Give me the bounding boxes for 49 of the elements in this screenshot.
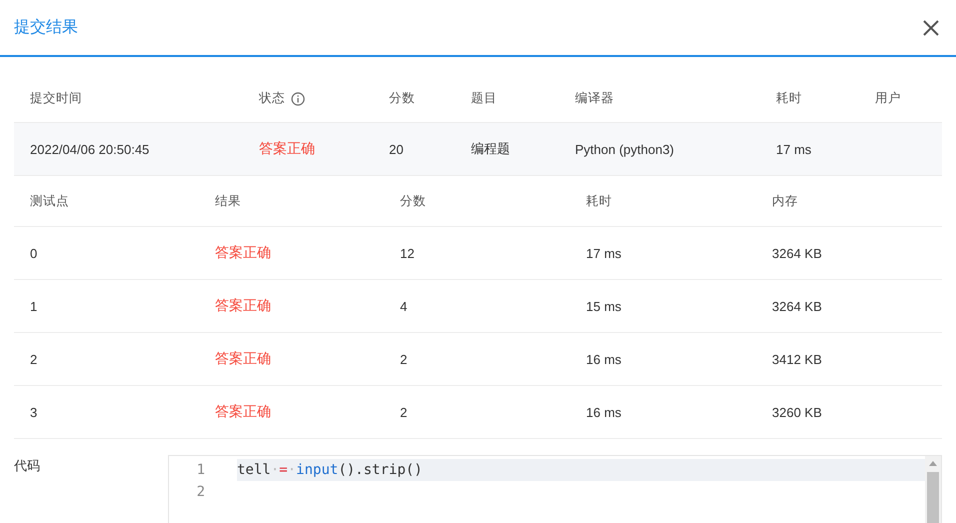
column-header: 题目 [471, 90, 497, 107]
line-number: 1 [196, 462, 206, 478]
table-cell: 16 ms [586, 352, 622, 366]
scroll-up-icon[interactable] [929, 460, 937, 466]
table-cell: 0 [30, 246, 38, 260]
scrollbar[interactable] [925, 456, 941, 523]
table-cell: 答案正确 [215, 297, 271, 315]
table-cell: 2022/04/06 20:50:45 [30, 142, 150, 156]
table-cell: 20 [389, 142, 404, 156]
table-cell: 2 [30, 352, 38, 366]
table-cell: 3264 KB [772, 246, 822, 260]
table-cell: 3 [30, 404, 38, 420]
column-header: 内存 [772, 192, 798, 210]
table-cell: 16 ms [586, 404, 622, 420]
table-cell: 答案正确 [215, 350, 271, 368]
column-header: 分数 [389, 90, 415, 107]
column-header: 耗时 [586, 192, 612, 210]
table-cell: 1 [30, 298, 38, 314]
column-header: 结果 [215, 192, 241, 210]
column-header: 测试点 [30, 192, 69, 210]
table-cell: 12 [400, 246, 414, 260]
table-cell: 3412 KB [772, 352, 822, 366]
table-cell: 答案正确 [215, 403, 271, 421]
code-editor[interactable]: 1 tell·=·input().strip() 2 [168, 455, 942, 523]
table-cell: Python (python3) [575, 142, 674, 156]
column-header: 编译器 [575, 90, 614, 107]
table-cell: 3264 KB [772, 298, 822, 314]
close-icon [922, 18, 940, 36]
table-cell: 17 ms [586, 246, 622, 260]
line-number: 2 [196, 484, 206, 500]
info-icon[interactable] [291, 92, 305, 106]
table-cell: 答案正确 [215, 244, 271, 262]
scrollbar-thumb[interactable] [927, 472, 939, 523]
table-cell: 15 ms [586, 298, 622, 314]
table-cell: 4 [400, 298, 408, 314]
close-button[interactable] [922, 18, 940, 36]
table-cell: 17 ms [776, 142, 812, 156]
table-cell: 答案正确 [259, 140, 315, 158]
table-cell: 编程题 [471, 140, 510, 158]
column-header: 用户 [875, 90, 901, 107]
column-header: 耗时 [776, 90, 802, 107]
column-header: 状态 [259, 90, 285, 107]
table-cell: 2 [400, 404, 408, 420]
dialog-title: 提交结果 [14, 18, 78, 38]
column-header: 分数 [400, 192, 426, 210]
table-cell: 3260 KB [772, 404, 822, 420]
code-label: 代码 [14, 457, 41, 475]
table-cell: 2 [400, 352, 408, 366]
column-header: 提交时间 [30, 90, 82, 107]
